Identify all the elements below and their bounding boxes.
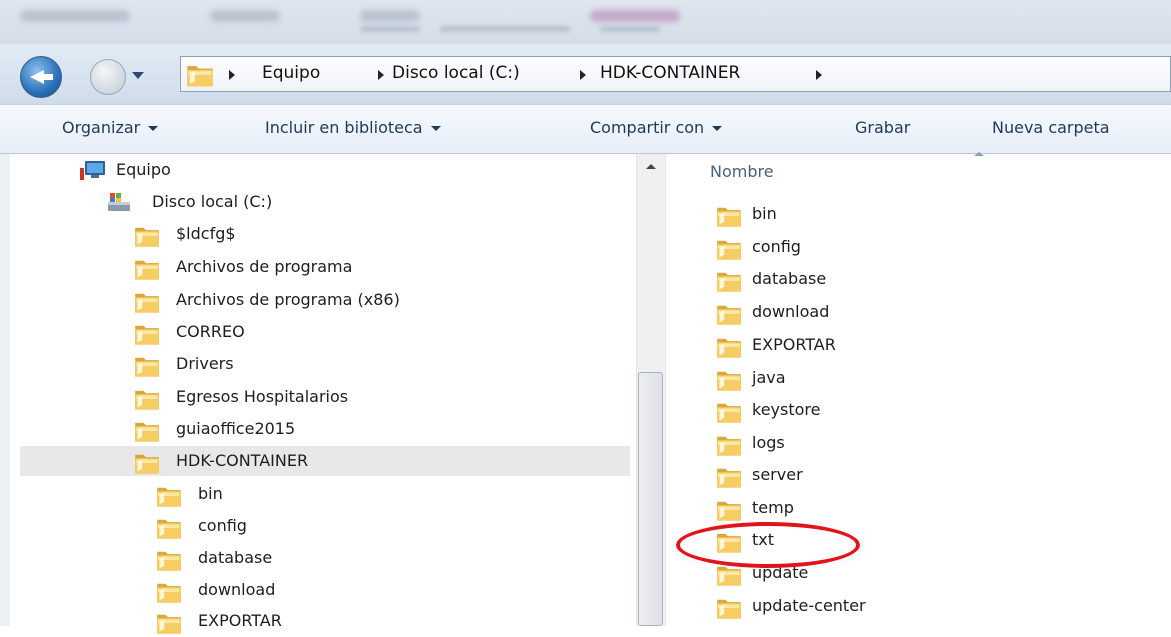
tree-item-label: Archivos de programa (176, 257, 353, 276)
chevron-down-icon (712, 126, 723, 131)
pane-edge (0, 154, 10, 626)
folder-icon (716, 368, 742, 392)
tree-item-label: HDK-CONTAINER (176, 451, 309, 470)
tree-item-label: Egresos Hospitalarios (176, 387, 349, 406)
back-button[interactable] (20, 56, 62, 98)
breadcrumb-hdk-container[interactable]: HDK-CONTAINER (600, 63, 740, 83)
hard-drive-icon (108, 193, 130, 211)
file-item-label: config (752, 237, 801, 256)
folder-icon (134, 419, 160, 443)
folder-icon (156, 484, 182, 508)
breadcrumb-separator-icon[interactable] (580, 70, 586, 80)
folder-icon (134, 451, 160, 475)
folder-icon (134, 224, 160, 248)
folder-icon (156, 516, 182, 540)
scrollbar-thumb[interactable] (638, 372, 663, 626)
share-with-label: Compartir con (590, 118, 705, 137)
chevron-down-icon (430, 126, 441, 131)
tree-item-label: bin (198, 484, 223, 503)
tree-item-label: EXPORTAR (198, 611, 282, 630)
sort-ascending-icon (974, 152, 984, 156)
forward-button[interactable] (90, 59, 126, 95)
tree-item-label: CORREO (176, 322, 245, 341)
address-blur (360, 26, 420, 32)
tree-item-label: $ldcfg$ (176, 224, 236, 243)
address-blur (600, 26, 660, 32)
breadcrumb-local-disk[interactable]: Disco local (C:) (392, 63, 520, 83)
scroll-up-arrow-icon[interactable] (646, 164, 656, 169)
share-with-button[interactable]: Compartir con (590, 118, 723, 137)
organize-label: Organizar (62, 118, 141, 137)
folder-icon (716, 335, 742, 359)
new-folder-label: Nueva carpeta (992, 118, 1110, 137)
folder-icon (716, 596, 742, 620)
breadcrumb-separator-icon[interactable] (816, 70, 822, 80)
computer-icon (80, 161, 105, 180)
file-item-label: EXPORTAR (752, 335, 836, 354)
folder-icon (716, 204, 742, 228)
folder-icon (716, 302, 742, 326)
window-title-bar (0, 0, 1171, 44)
file-item-label: server (752, 465, 803, 484)
tree-item-label: Disco local (C:) (152, 192, 273, 211)
folder-icon (716, 465, 742, 489)
selected-row-highlight (20, 446, 630, 476)
tree-item-label: download (198, 580, 276, 599)
burn-button[interactable]: Grabar (855, 118, 910, 137)
folder-icon (134, 257, 160, 281)
folder-icon (716, 269, 742, 293)
folder-icon (134, 322, 160, 346)
folder-icon (134, 354, 160, 378)
file-item-label: bin (752, 204, 777, 223)
tree-item-label: database (198, 548, 273, 567)
folder-icon (186, 62, 214, 88)
folder-icon (134, 387, 160, 411)
file-item-label: keystore (752, 400, 821, 419)
tree-item-label: Archivos de programa (x86) (176, 290, 400, 309)
recent-pages-dropdown-icon[interactable] (132, 72, 144, 79)
breadcrumb-equipo[interactable]: Equipo (262, 63, 320, 83)
organize-button[interactable]: Organizar (62, 118, 159, 137)
tree-item-label: guiaoffice2015 (176, 419, 296, 438)
folder-icon (156, 548, 182, 572)
pane-divider[interactable] (665, 154, 666, 626)
tree-item-label: Drivers (176, 354, 234, 373)
address-blur (440, 26, 570, 32)
file-item-label: logs (752, 433, 785, 452)
file-item-label: java (752, 368, 786, 387)
folder-icon (156, 611, 182, 635)
folder-icon (716, 498, 742, 522)
column-header-name[interactable]: Nombre (710, 162, 774, 181)
tree-item-label: Equipo (116, 160, 171, 179)
chevron-down-icon (148, 126, 159, 131)
breadcrumb-separator-icon[interactable] (378, 70, 384, 80)
tree-item-label: config (198, 516, 247, 535)
folder-icon (716, 400, 742, 424)
include-library-label: Incluir en biblioteca (265, 118, 423, 137)
file-item-label: temp (752, 498, 794, 517)
file-item-label: update-center (752, 596, 866, 615)
file-item-label: download (752, 302, 830, 321)
folder-icon (134, 290, 160, 314)
red-highlight-circle (676, 522, 860, 568)
folder-icon (716, 237, 742, 261)
breadcrumb-separator-icon[interactable] (229, 70, 235, 80)
file-item-label: database (752, 269, 827, 288)
folder-icon (156, 580, 182, 604)
burn-label: Grabar (855, 118, 911, 137)
folder-icon (716, 433, 742, 457)
include-library-button[interactable]: Incluir en biblioteca (265, 118, 441, 137)
new-folder-button[interactable]: Nueva carpeta (992, 118, 1110, 137)
